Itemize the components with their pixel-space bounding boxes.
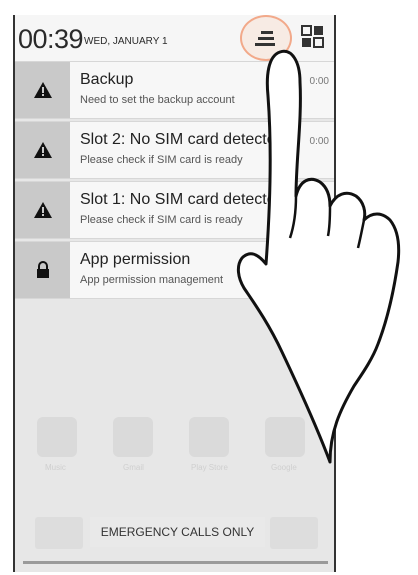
warning-icon [34,82,52,98]
notification-title: Backup [80,71,134,88]
notification-icon-box [15,242,70,298]
notification-icon-box [15,122,70,178]
app-label: Gmail [123,463,144,472]
notification-header: 00:39 WED, JANUARY 1 [15,15,334,61]
app-label: Google [271,463,297,472]
date-label: WED, JANUARY 1 [84,36,168,47]
notification-description: App permission management [80,274,224,286]
google-app-icon [265,417,305,457]
notification-backup[interactable]: Backup Need to set the backup account 0:… [15,61,334,119]
phone-screen: 00:39 WED, JANUARY 1 Backup Need to set … [13,15,336,572]
notification-title: Slot 1: No SIM card detected [80,191,285,208]
notification-drawer-handle[interactable] [23,561,328,564]
warning-icon [34,202,52,218]
notification-title: App permission [80,251,191,268]
notification-app-permission[interactable]: App permission App permission management [15,241,334,299]
notification-description: Please check if SIM card is ready [80,214,243,226]
notification-time: 0:00 [309,136,329,147]
dock-ghost-left [35,517,83,549]
app-label: Play Store [191,463,228,472]
notification-icon-box [15,62,70,118]
notification-title: Slot 2: No SIM card detected [80,131,285,148]
notification-slot2-sim[interactable]: Slot 2: No SIM card detected Please chec… [15,121,334,179]
music-app-icon [37,417,77,457]
clear-all-notifications-button[interactable] [253,23,285,55]
screenshot-page: 00:39 WED, JANUARY 1 Backup Need to set … [0,0,418,575]
notification-time: 0:00 [309,76,329,87]
warning-icon [34,142,52,158]
gmail-app-icon [113,417,153,457]
lock-icon [37,261,49,278]
notification-description: Need to set the backup account [80,94,235,106]
quick-settings-grid-icon [301,25,324,48]
app-label: Music [45,463,66,472]
notification-icon-box [15,182,70,238]
notification-slot1-sim[interactable]: Slot 1: No SIM card detected Please chec… [15,181,334,239]
quick-settings-button[interactable] [301,25,325,49]
emergency-calls-label: EMERGENCY CALLS ONLY [90,517,265,547]
clock: 00:39 [18,24,84,54]
notification-description: Please check if SIM card is ready [80,154,243,166]
play-store-app-icon [189,417,229,457]
dock-ghost-right [270,517,318,549]
clear-all-icon [255,31,275,46]
